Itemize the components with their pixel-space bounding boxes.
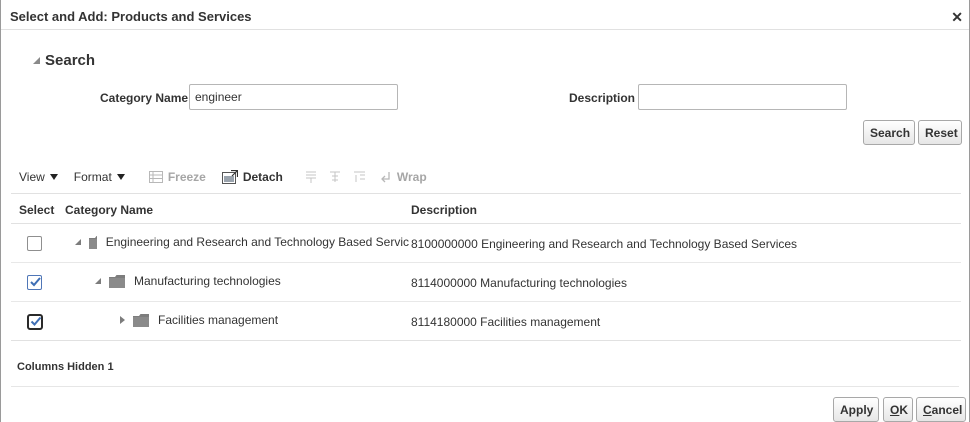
checkmark-icon — [30, 316, 42, 326]
collapsed-triangle-icon[interactable] — [120, 316, 125, 324]
folder-icon — [133, 313, 149, 327]
detach-label: Detach — [242, 170, 283, 184]
freeze-column-icon — [305, 171, 316, 183]
search-section-header[interactable]: Search — [33, 52, 95, 69]
view-menu[interactable]: View — [19, 170, 58, 184]
column-header-select[interactable]: Select — [19, 203, 54, 217]
category-name-input[interactable] — [189, 84, 398, 110]
freeze-row-icon — [329, 171, 340, 182]
expanded-triangle-icon[interactable] — [95, 278, 101, 284]
search-button[interactable]: Search — [863, 120, 915, 145]
format-menu-label: Format — [73, 170, 112, 184]
column-header-description[interactable]: Description — [411, 203, 477, 217]
freeze-icon — [148, 171, 163, 183]
collapse-triangle-icon — [33, 57, 40, 64]
chevron-down-icon — [49, 174, 58, 180]
freeze-row-button[interactable] — [329, 171, 341, 183]
cancel-mnemonic: C — [923, 402, 932, 417]
description-cell: 8114000000 Manufacturing technologies — [411, 276, 627, 290]
columns-hidden-label: Columns Hidden — [17, 361, 105, 373]
row-select-checkbox[interactable] — [27, 314, 43, 330]
table-row[interactable]: Facilities management 8114180000 Facilit… — [11, 302, 961, 341]
row-select-checkbox[interactable] — [27, 275, 42, 290]
table-row[interactable]: Manufacturing technologies 8114000000 Ma… — [11, 263, 961, 302]
column-header-category-name[interactable]: Category Name — [65, 203, 153, 217]
detach-icon — [221, 170, 238, 184]
ok-mnemonic: O — [890, 402, 900, 417]
view-menu-label: View — [19, 170, 45, 184]
category-name-text: Manufacturing technologies — [134, 274, 281, 288]
freeze-column-button[interactable] — [305, 171, 317, 183]
freeze-label: Freeze — [167, 170, 206, 184]
categories-table: Select Category Name Description Enginee… — [11, 193, 961, 341]
description-cell: 8114180000 Facilities management — [411, 315, 601, 329]
format-menu[interactable]: Format — [74, 170, 125, 184]
description-input[interactable] — [638, 84, 847, 110]
dialog-title: Select and Add: Products and Services — [10, 9, 252, 24]
table-header: Select Category Name Description — [11, 194, 961, 224]
select-and-add-dialog: Select and Add: Products and Services ✕ … — [0, 0, 970, 422]
checkmark-icon — [30, 277, 41, 287]
columns-hidden-status: Columns Hidden 1 — [17, 361, 114, 373]
columns-hidden-count: 1 — [107, 361, 114, 373]
folder-icon — [109, 274, 125, 288]
ok-button[interactable]: OK — [883, 397, 913, 422]
category-name-text: Engineering and Research and Technology … — [105, 235, 409, 249]
description-label: Description — [569, 91, 636, 105]
category-name-cell: Engineering and Research and Technology … — [75, 235, 409, 249]
description-cell: 8100000000 Engineering and Research and … — [411, 237, 798, 251]
expanded-triangle-icon[interactable] — [75, 239, 81, 245]
footer-divider — [11, 386, 959, 387]
expand-icon — [353, 171, 365, 182]
expand-button[interactable] — [353, 171, 366, 183]
apply-button[interactable]: Apply — [833, 397, 879, 422]
freeze-button[interactable]: Freeze — [148, 170, 206, 184]
wrap-label: Wrap — [396, 170, 427, 184]
category-name-text: Facilities management — [158, 313, 279, 327]
row-select-checkbox[interactable] — [27, 236, 42, 251]
table-row[interactable]: Engineering and Research and Technology … — [11, 224, 961, 263]
search-header-label: Search — [45, 52, 96, 69]
cancel-label-rest: ancel — [931, 402, 963, 417]
wrap-button[interactable]: Wrap — [380, 170, 427, 184]
ok-label-rest: K — [899, 402, 909, 417]
dialog-titlebar: Select and Add: Products and Services ✕ — [1, 0, 969, 30]
reset-button[interactable]: Reset — [918, 120, 962, 145]
folder-icon — [89, 235, 97, 249]
chevron-down-icon — [116, 174, 125, 180]
cancel-button[interactable]: Cancel — [916, 397, 966, 422]
close-icon[interactable]: ✕ — [951, 9, 963, 26]
table-toolbar: View Format Freeze Detach Wrap — [19, 168, 443, 186]
category-name-cell: Manufacturing technologies — [95, 274, 409, 288]
category-name-cell: Facilities management — [120, 313, 409, 327]
detach-button[interactable]: Detach — [221, 170, 283, 184]
wrap-icon — [380, 172, 390, 183]
category-name-label: Category Name — [100, 91, 189, 105]
